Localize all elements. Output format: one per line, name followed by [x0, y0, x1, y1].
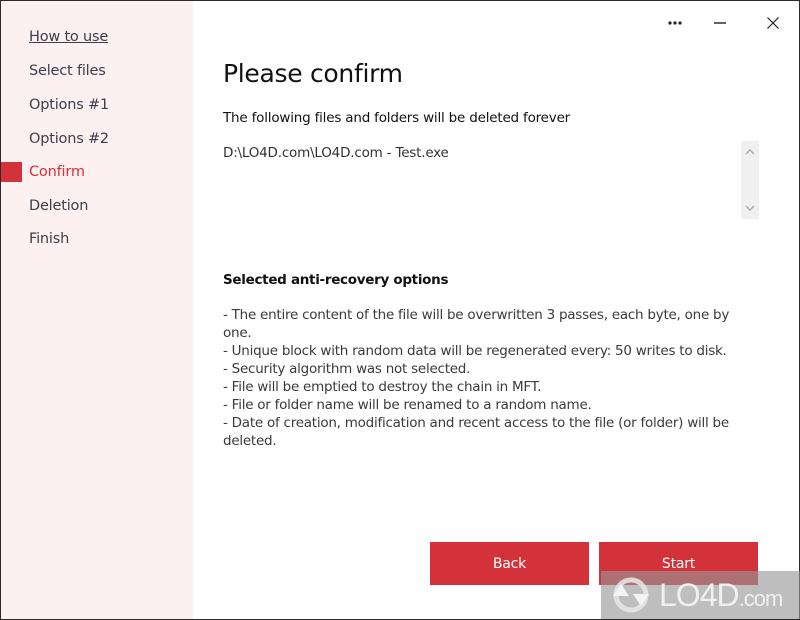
active-step-marker — [1, 162, 22, 182]
minimize-icon — [714, 22, 726, 24]
lo4d-logo-icon — [613, 577, 649, 613]
sidebar-item-options-1[interactable]: Options #1 — [29, 97, 109, 113]
chevron-down-icon — [745, 205, 755, 211]
option-line: - Date of creation, modification and rec… — [223, 415, 729, 449]
file-list-scrollbar[interactable] — [741, 141, 759, 219]
close-button[interactable] — [759, 11, 787, 35]
chevron-up-icon — [745, 149, 755, 155]
more-options-icon — [668, 21, 682, 25]
option-line: - File or folder name will be renamed to… — [223, 397, 592, 413]
sidebar-item-how-to-use[interactable]: How to use — [29, 29, 108, 45]
watermark-brand: LO4D — [659, 576, 740, 613]
option-line: - The entire content of the file will be… — [223, 307, 730, 341]
file-list[interactable]: D:\LO4D.com\LO4D.com - Test.exe — [223, 141, 759, 219]
options-list: - The entire content of the file will be… — [223, 306, 743, 450]
minimize-button[interactable] — [706, 11, 734, 35]
close-icon — [767, 17, 779, 29]
watermark: LO4D.com — [601, 571, 800, 619]
app-window: How to use Select files Options #1 Optio… — [0, 0, 800, 620]
options-section-title: Selected anti-recovery options — [223, 272, 449, 288]
sidebar: How to use Select files Options #1 Optio… — [1, 1, 193, 619]
scroll-up-button[interactable] — [741, 143, 759, 161]
sidebar-item-options-2[interactable]: Options #2 — [29, 131, 109, 147]
page-subtitle: The following files and folders will be … — [223, 110, 571, 126]
option-line: - Security algorithm was not selected. — [223, 361, 471, 377]
more-options-button[interactable] — [661, 11, 689, 35]
option-line: - File will be emptied to destroy the ch… — [223, 379, 542, 395]
sidebar-item-select-files[interactable]: Select files — [29, 63, 106, 79]
file-list-item[interactable]: D:\LO4D.com\LO4D.com - Test.exe — [223, 145, 449, 161]
sidebar-item-confirm[interactable]: Confirm — [29, 164, 85, 180]
watermark-suffix: .com — [738, 585, 784, 611]
back-button[interactable]: Back — [430, 542, 589, 585]
option-line: - Unique block with random data will be … — [223, 343, 727, 359]
scroll-down-button[interactable] — [741, 199, 759, 217]
page-title: Please confirm — [223, 59, 403, 88]
sidebar-item-finish[interactable]: Finish — [29, 231, 69, 247]
sidebar-item-deletion[interactable]: Deletion — [29, 198, 88, 214]
